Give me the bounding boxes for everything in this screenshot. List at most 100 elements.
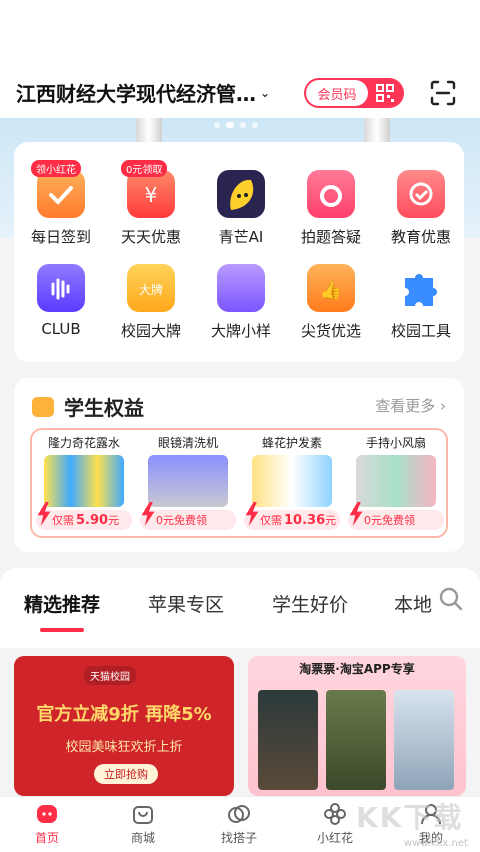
mango-ai-icon xyxy=(217,170,265,218)
school-selector[interactable]: 江西财经大学现代经济管… ⌄ xyxy=(16,78,270,107)
partner-icon xyxy=(226,801,252,827)
grid-item-label: 尖货优选 xyxy=(300,322,361,340)
benefits-title: 学生权益 xyxy=(32,392,144,421)
product-name: 隆力奇花露水 xyxy=(47,436,120,450)
benefit-product[interactable]: 手持小风扇 0元免费领 xyxy=(344,430,448,536)
grid-item-picks[interactable]: 👍 尖货优选 xyxy=(286,264,376,360)
grid-item-label: 教育优惠 xyxy=(390,228,451,246)
nav-label: 商城 xyxy=(130,831,155,845)
grid-item-photo-qa[interactable]: 拍题答疑 xyxy=(286,170,376,266)
member-code-button[interactable]: 会员码 xyxy=(304,78,404,108)
movie-poster xyxy=(394,690,454,790)
home-icon xyxy=(34,801,60,827)
grid-item-tag: 领小红花 xyxy=(31,160,81,177)
tab-apple[interactable]: 苹果专区 xyxy=(148,590,224,617)
search-icon[interactable] xyxy=(438,586,464,612)
puzzle-icon xyxy=(397,264,445,312)
pagination-dot xyxy=(214,122,220,128)
shop-bag-icon xyxy=(130,801,156,827)
feed-card-header: 淘票票·淘宝APP专享 xyxy=(299,662,415,676)
grid-item-label: 校园大牌 xyxy=(120,322,181,340)
grid-item-brand[interactable]: 大牌 校园大牌 xyxy=(106,264,196,360)
grid-item-label: 大牌小样 xyxy=(210,322,271,340)
nav-home[interactable]: 首页 xyxy=(12,801,82,846)
banner-pagination xyxy=(214,122,258,128)
tab-featured[interactable]: 精选推荐 xyxy=(24,590,100,617)
feed-card-movie[interactable]: 淘票票·淘宝APP专享 xyxy=(248,656,466,796)
tab-local[interactable]: 本地 xyxy=(394,590,432,617)
price-prefix: 仅需 xyxy=(260,514,282,527)
product-name: 眼镜清洗机 xyxy=(157,436,218,450)
sample-icon xyxy=(217,264,265,312)
feed-card-subtitle: 校园美味狂欢折上折 xyxy=(65,740,183,755)
product-price-badge: 0元免费领 xyxy=(348,502,444,530)
chevron-down-icon: ⌄ xyxy=(260,85,271,100)
product-name: 手持小风扇 xyxy=(365,436,426,450)
feed-tabs: 精选推荐 苹果专区 学生好价 本地 xyxy=(0,568,480,648)
feed-card-tmall[interactable]: 天猫校园 官方立减9折 再降5% 校园美味狂欢折上折 立即抢购 xyxy=(14,656,234,796)
benefit-product[interactable]: 眼镜清洗机 0元免费领 xyxy=(136,430,240,536)
grid-item-edu[interactable]: 教育优惠 xyxy=(376,170,466,266)
brand-crown-icon: 大牌 xyxy=(127,264,175,312)
nav-shop[interactable]: 商城 xyxy=(108,801,178,846)
member-code-label: 会员码 xyxy=(306,80,368,106)
svg-text:¥: ¥ xyxy=(145,183,158,207)
product-image xyxy=(44,455,124,507)
price-prefix: 仅需 xyxy=(52,514,74,527)
price-suffix: 元 xyxy=(108,514,120,527)
feed-card-header: 天猫校园 xyxy=(84,666,136,685)
svg-text:👍: 👍 xyxy=(320,279,342,301)
feed-card-headline: 官方立减9折 再降5% xyxy=(36,704,212,725)
price-value: 10.36 xyxy=(284,512,326,528)
student-benefits-card: 学生权益 查看更多 › 隆力奇花露水 仅需 5.90 元 眼镜清洗机 0元免费领… xyxy=(14,378,464,552)
svg-text:大牌: 大牌 xyxy=(139,283,163,297)
grid-item-tools[interactable]: 校园工具 xyxy=(376,264,466,360)
grid-item-label: 校园工具 xyxy=(390,322,451,340)
club-icon xyxy=(37,264,85,312)
product-name: 蜂花护发素 xyxy=(261,436,322,450)
crown-icon xyxy=(32,396,54,417)
grid-item-ai[interactable]: 青芒AI xyxy=(196,170,286,266)
watermark: KK下载 xyxy=(356,801,464,834)
benefits-more-link[interactable]: 查看更多 › xyxy=(375,395,446,416)
movie-poster xyxy=(258,690,318,790)
benefit-product[interactable]: 蜂花护发素 仅需 10.36 元 xyxy=(240,430,344,536)
grid-item-checkin[interactable]: 领小红花 每日签到 xyxy=(16,160,106,266)
tab-student-deals[interactable]: 学生好价 xyxy=(272,590,348,617)
benefits-title-text: 学生权益 xyxy=(64,396,144,420)
movie-poster xyxy=(326,690,386,790)
grid-item-deals[interactable]: 0元领取 ¥ 天天优惠 xyxy=(106,160,196,266)
price-value: 0元免费领 xyxy=(364,514,415,527)
quick-grid: 领小红花 每日签到 0元领取 ¥ 天天优惠 青芒AI 拍题答疑 教育优惠 CLU… xyxy=(14,142,464,362)
benefit-product[interactable]: 隆力奇花露水 仅需 5.90 元 xyxy=(32,430,136,536)
product-price-badge: 0元免费领 xyxy=(140,502,236,530)
qr-code-icon xyxy=(368,83,402,103)
grid-item-label: 青芒AI xyxy=(218,228,264,246)
price-value: 0元免费领 xyxy=(156,514,207,527)
grid-item-club[interactable]: CLUB xyxy=(16,264,106,360)
product-price-badge: 仅需 10.36 元 xyxy=(244,502,340,530)
active-tab-indicator xyxy=(40,628,84,632)
nav-label: 找搭子 xyxy=(220,831,257,845)
nav-label: 首页 xyxy=(34,831,59,845)
watermark-url: www.kkx.net xyxy=(404,838,468,849)
grid-item-label: CLUB xyxy=(41,320,81,338)
scan-icon[interactable] xyxy=(428,78,458,108)
thumb-bag-icon: 👍 xyxy=(307,264,355,312)
pagination-dot xyxy=(252,122,258,128)
checkin-icon: 领小红花 xyxy=(31,160,85,218)
grid-item-label: 天天优惠 xyxy=(120,228,181,246)
coupon-icon: 0元领取 ¥ xyxy=(121,160,175,218)
product-price-badge: 仅需 5.90 元 xyxy=(36,502,132,530)
product-image xyxy=(252,455,332,507)
nav-partner[interactable]: 找搭子 xyxy=(204,801,274,846)
buy-now-button[interactable]: 立即抢购 xyxy=(94,764,158,784)
grid-item-tag: 0元领取 xyxy=(121,160,168,177)
flower-icon xyxy=(322,801,348,827)
grid-item-sample[interactable]: 大牌小样 xyxy=(196,264,286,360)
pagination-dot-active xyxy=(226,122,234,128)
camera-icon xyxy=(307,170,355,218)
education-icon xyxy=(397,170,445,218)
pagination-dot xyxy=(240,122,246,128)
product-image xyxy=(356,455,436,507)
